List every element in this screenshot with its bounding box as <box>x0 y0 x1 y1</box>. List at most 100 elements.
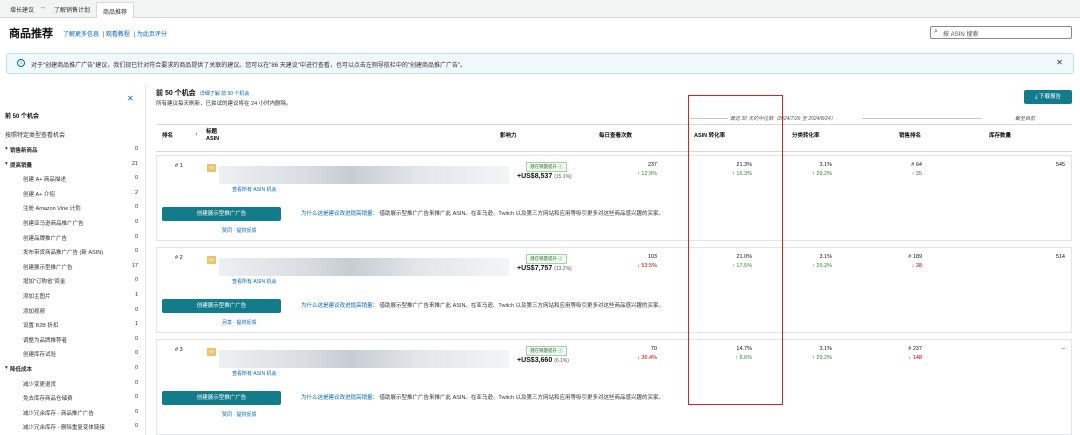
sales-rank: # 237 <box>908 346 922 352</box>
create-display-ad-button[interactable]: 创建展示型推广广告 <box>162 207 281 221</box>
create-display-ad-button[interactable]: 创建展示型推广广告 <box>162 391 281 405</box>
download-report-button[interactable]: ⤓ 下载报告 <box>1024 90 1072 104</box>
table-row: # 3 HV 查看所有 ASIN 机会 潜在销量提升 ⓘ +US$3,660 (… <box>156 339 1072 435</box>
view-all-asin-link[interactable]: 查看所有 ASIN 机会 <box>232 278 276 285</box>
sidebar-item-label: 调整为品牌推荐者 <box>23 337 68 344</box>
product-thumbnail[interactable]: HV <box>207 164 216 172</box>
category-conversion: 3.1% <box>819 162 832 168</box>
product-title-redacted <box>219 166 509 184</box>
col-impact[interactable]: 影响力 <box>500 131 517 139</box>
potential-lift-badge: 潜在销量提升 ⓘ <box>526 162 567 172</box>
sidebar-item-label: 创建展示型推广广告 <box>23 264 73 271</box>
close-icon[interactable]: ✕ <box>1056 58 1063 67</box>
sidebar-item-label: 创建 A+ 介绍 <box>23 191 55 198</box>
chevron-down-icon: ▾ <box>5 160 8 167</box>
title-links: 了解更多信息 | 观看教程 | 为此页评分 <box>63 32 167 38</box>
breadcrumb-growth[interactable]: 增长建议 <box>10 5 34 14</box>
learn-top50-link[interactable]: 详细了解 前 50 个机会 <box>200 91 250 97</box>
product-thumbnail[interactable]: HV <box>207 256 216 264</box>
search-placeholder: 按 ASIN 搜索 <box>943 32 979 38</box>
sidebar-item-count: 0 <box>134 175 138 182</box>
category-conversion-change: ↑ 29.2% <box>812 355 832 361</box>
sales-rank-change: ↑ 35 <box>911 171 922 177</box>
breadcrumb-product-recommendations[interactable]: 商品推荐 <box>96 2 135 18</box>
sidebar-item-count: 0 <box>134 248 138 255</box>
breadcrumb-sales-plan[interactable]: 了解销售计划 <box>54 5 90 14</box>
sidebar-subheading: 按照特定类型查看机会 <box>5 133 66 139</box>
search-input[interactable]: ⌕ 按 ASIN 搜索 <box>930 26 1072 39</box>
main-heading: 前 50 个机会 详细了解 前 50 个机会 <box>156 90 250 97</box>
sidebar-item-label: 降低成本 <box>10 367 33 373</box>
row-rank: # 1 <box>175 163 183 169</box>
sidebar-item-count: 0 <box>134 408 138 415</box>
sidebar-item-label: 添加主图片 <box>23 294 51 300</box>
rate-page-link[interactable]: 为此页评分 <box>137 32 167 38</box>
row-rank: # 2 <box>175 255 183 261</box>
recommendation-reason: 为什么这是建议改进提高销量： 借助展示型推广广告来推广此 ASIN。在亚马逊、T… <box>301 395 665 401</box>
why-link[interactable]: 为什么这是建议改进提高销量： <box>301 395 378 401</box>
watch-tutorial-link[interactable]: 观看教程 <box>106 32 130 38</box>
col-sales-rank[interactable]: 销售排名 <box>899 131 921 139</box>
sidebar-item-count: 0 <box>134 306 138 313</box>
row-rank: # 3 <box>175 347 183 353</box>
inventory-count: 545 <box>1055 162 1065 168</box>
breadcrumb: 增长建议 → 了解销售计划 商品推荐 <box>0 0 1080 18</box>
sidebar-item-label: 设置 B2B 折扣 <box>23 323 59 330</box>
inventory-count: 514 <box>1055 254 1065 260</box>
sidebar-item-label: 销售新商品 <box>10 148 38 154</box>
daily-views-change: ↓ 53.5% <box>637 263 657 269</box>
info-icon: i <box>17 59 25 67</box>
sidebar-item-count: 0 <box>134 146 138 152</box>
why-link[interactable]: 为什么这是建议改进提高销量： <box>301 211 378 217</box>
sidebar-item-count: 0 <box>134 219 138 225</box>
table-row: # 1 HV 查看所有 ASIN 机会 潜在销量提升 ⓘ +US$8,537 (… <box>156 155 1072 241</box>
create-display-ad-button[interactable]: 创建展示型推广广告 <box>162 299 281 313</box>
highlight-box <box>688 95 783 405</box>
impact-value: +US$3,660 (6.1%) <box>517 357 569 364</box>
sidebar-item-label: 添加视频 <box>23 308 46 315</box>
sidebar-item-label: 免去库存商品仓储费 <box>23 396 73 403</box>
potential-lift-badge: 潜在销量提升 ⓘ <box>526 346 567 356</box>
impact-value: +US$7,757 (13.2%) <box>517 265 572 272</box>
impact-value: +US$8,537 (15.1%) <box>517 173 572 180</box>
col-daily-views[interactable]: 每日查看次数 <box>599 131 632 139</box>
view-all-asin-link[interactable]: 查看所有 ASIN 机会 <box>232 186 276 193</box>
sales-rank-change: ↓ 148 <box>908 355 922 361</box>
sidebar-item-label: 创建亚马逊商品推广广告 <box>23 221 84 227</box>
col-title[interactable]: 标题 ASIN <box>206 129 219 143</box>
table-header: 排名 ↓ 标题 ASIN 影响力 每日查看次数 ASIN 转化率 分类转化率 销售… <box>156 124 1072 152</box>
product-thumbnail[interactable]: HV <box>207 348 216 356</box>
search-icon: ⌕ <box>934 28 938 35</box>
category-conversion: 3.1% <box>819 254 832 260</box>
table-row: # 2 HV 查看所有 ASIN 机会 潜在销量提升 ⓘ +US$7,757 (… <box>156 247 1072 333</box>
sidebar-item-label: 增加"订购省"资金 <box>23 279 66 286</box>
info-banner: i 对于"创建商品推广广告"建议，我们现已针对符合要求的商品提供了关联的建议。您… <box>6 53 1074 74</box>
why-link[interactable]: 为什么这是建议改进提高销量： <box>301 303 378 309</box>
sidebar-item-count: 0 <box>134 423 138 430</box>
sidebar-item-label: 提高销量 <box>10 162 33 169</box>
inventory-count: -- <box>1061 346 1065 352</box>
daily-views: 237 <box>647 162 657 168</box>
view-all-asin-link[interactable]: 查看所有 ASIN 机会 <box>232 370 276 377</box>
main-subtext: 所有建议每天刷新，已尝试的建议将在 24 小时内删除。 <box>156 101 292 107</box>
sidebar-item-count: 0 <box>134 335 138 342</box>
collapse-sidebar-icon[interactable]: ✕ <box>127 94 134 103</box>
feedback-link[interactable]: 另享 · 提供反馈 <box>222 319 256 326</box>
daily-views: 70 <box>650 346 657 352</box>
feedback-link[interactable]: 赞同 · 提供反馈 <box>222 227 256 234</box>
arrow-right-icon: → <box>39 4 46 11</box>
sales-rank-change: ↓ 28 <box>911 263 922 269</box>
page-title: 商品推荐 <box>9 28 53 40</box>
sidebar-item-label: 创建库存试验 <box>23 352 57 359</box>
learn-more-link[interactable]: 了解更多信息 <box>63 32 99 38</box>
feedback-link[interactable]: 赞同 · 提供反馈 <box>222 411 256 418</box>
product-title-redacted <box>219 258 509 276</box>
col-inventory[interactable]: 库存数量 <box>989 131 1011 139</box>
sidebar-item-count: 17 <box>131 262 138 269</box>
col-rank[interactable]: 排名 ↓ <box>162 131 198 139</box>
sidebar-item-count: 0 <box>134 394 138 401</box>
chevron-down-icon: ▾ <box>5 365 8 371</box>
sidebar-item-count: 1 <box>134 321 138 328</box>
col-category-conversion[interactable]: 分类转化率 <box>792 131 820 139</box>
group-header-current: 截至目前 <box>1015 116 1036 122</box>
